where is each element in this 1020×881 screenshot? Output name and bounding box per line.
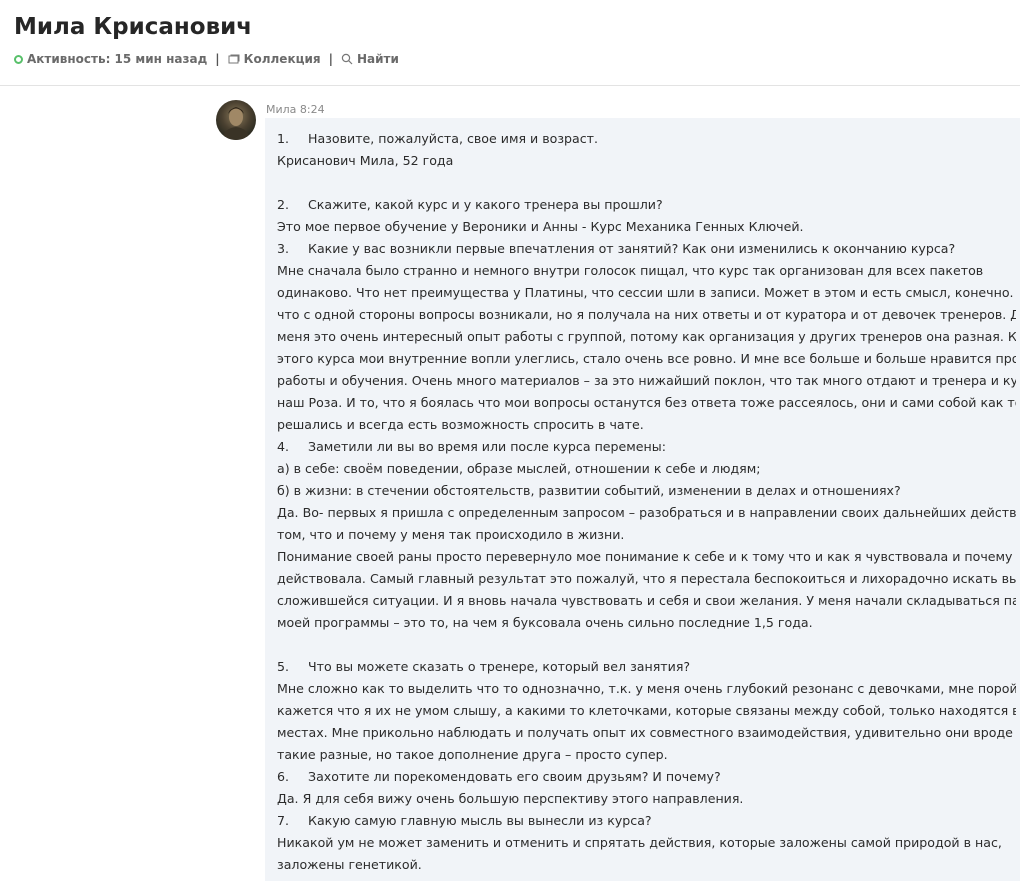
question-number: 2. bbox=[277, 197, 290, 212]
meta-separator: | bbox=[328, 52, 333, 66]
search-link[interactable]: Найти bbox=[341, 52, 399, 66]
line-text: Да. Во- первых я пришла с определенным з… bbox=[277, 505, 1016, 520]
line-text: работы и обучения. Очень много материало… bbox=[277, 373, 1016, 388]
question-number: 7. bbox=[277, 813, 290, 828]
message-line: местах. Мне прикольно наблюдать и получа… bbox=[277, 722, 1016, 744]
message-line: Понимание своей раны просто перевернуло … bbox=[277, 546, 1016, 568]
message-line: наш Роза. И то, что я боялась что мои во… bbox=[277, 392, 1016, 414]
line-text: Никакой ум не может заменить и отменить … bbox=[277, 835, 1002, 850]
line-text: Крисанович Мила, 52 года bbox=[277, 153, 454, 168]
message-line: меня это очень интересный опыт работы с … bbox=[277, 326, 1016, 348]
message-line: кажется что я их не умом слышу, а какими… bbox=[277, 700, 1016, 722]
line-text: Мне сложно как то выделить что то однозн… bbox=[277, 681, 1016, 696]
message-line: одинаково. Что нет преимущества у Платин… bbox=[277, 282, 1016, 304]
message-line: Это мое первое обучение у Вероники и Анн… bbox=[277, 216, 1016, 238]
message-line: Мне сложно как то выделить что то однозн… bbox=[277, 678, 1016, 700]
collection-label: Коллекция bbox=[243, 52, 321, 66]
line-text: Понимание своей раны просто перевернуло … bbox=[277, 549, 1016, 564]
line-text: решались и всегда есть возможность спрос… bbox=[277, 417, 644, 432]
line-text: Назовите, пожалуйста, свое имя и возраст… bbox=[308, 131, 599, 146]
question-line: 5. Что вы можете сказать о тренере, котор… bbox=[277, 656, 1016, 678]
line-text: действовала. Самый главный результат это… bbox=[277, 571, 1016, 586]
message-line: решались и всегда есть возможность спрос… bbox=[277, 414, 1016, 436]
question-line: 7. Какую самую главную мысль вы вынесли и… bbox=[277, 810, 1016, 832]
message-line: сложившейся ситуации. И я вновь начала ч… bbox=[277, 590, 1016, 612]
message-line: Крисанович Мила, 52 года bbox=[277, 150, 1016, 172]
line-text: Это мое первое обучение у Вероники и Анн… bbox=[277, 219, 804, 234]
message-line: работы и обучения. Очень много материало… bbox=[277, 370, 1016, 392]
profile-header: Мила Крисанович Активность: 15 мин назад… bbox=[0, 0, 1020, 86]
question-number: 3. bbox=[277, 241, 290, 256]
question-line: 4. Заметили ли вы во время или после курс… bbox=[277, 436, 1016, 458]
line-text: Заметили ли вы во время или после курса … bbox=[308, 439, 666, 454]
line-text: меня это очень интересный опыт работы с … bbox=[277, 329, 1016, 344]
line-text: такие разные, но такое дополнение друга … bbox=[277, 747, 668, 762]
line-text: Скажите, какой курс и у какого тренера в… bbox=[308, 197, 663, 212]
line-text: местах. Мне прикольно наблюдать и получа… bbox=[277, 725, 1016, 740]
message-line: моей программы – это то, на чем я буксов… bbox=[277, 612, 1016, 634]
message-author-time: Мила 8:24 bbox=[266, 103, 325, 116]
message-line: этого курса мои внутренние вопли улеглис… bbox=[277, 348, 1016, 370]
line-text: кажется что я их не умом слышу, а какими… bbox=[277, 703, 1016, 718]
line-text: Захотите ли порекомендовать его своим др… bbox=[308, 769, 721, 784]
message-line: такие разные, но такое дополнение друга … bbox=[277, 744, 1016, 766]
avatar-image bbox=[222, 107, 250, 140]
question-line: 2. Скажите, какой курс и у какого тренера… bbox=[277, 194, 1016, 216]
message-line: действовала. Самый главный результат это… bbox=[277, 568, 1016, 590]
question-number: 6. bbox=[277, 769, 290, 784]
message-line: Никакой ум не может заменить и отменить … bbox=[277, 832, 1016, 854]
message-line: б) в жизни: в стечении обстоятельств, ра… bbox=[277, 480, 1016, 502]
line-text: наш Роза. И то, что я боялась что мои во… bbox=[277, 395, 1016, 410]
line-text: одинаково. Что нет преимущества у Платин… bbox=[277, 285, 1016, 300]
line-text: этого курса мои внутренние вопли улеглис… bbox=[277, 351, 1016, 366]
question-line: 6. Захотите ли порекомендовать его своим … bbox=[277, 766, 1016, 788]
message-line: заложены генетикой. bbox=[277, 854, 1016, 876]
line-text: Мне сначала было странно и немного внутр… bbox=[277, 263, 984, 278]
line-text: моей программы – это то, на чем я буксов… bbox=[277, 615, 813, 630]
profile-meta-bar: Активность: 15 мин назад | Коллекция | Н… bbox=[14, 52, 399, 66]
line-text: Что вы можете сказать о тренере, который… bbox=[308, 659, 691, 674]
question-line: 3. Какие у вас возникли первые впечатлени… bbox=[277, 238, 1016, 260]
line-text: что с одной стороны вопросы возникали, н… bbox=[277, 307, 1016, 322]
line-text: том, что и почему у меня так происходило… bbox=[277, 527, 625, 542]
message-bubble: 1. Назовите, пожалуйста, свое имя и возра… bbox=[265, 118, 1020, 881]
meta-separator: | bbox=[215, 52, 220, 66]
line-text: а) в себе: своём поведении, образе мысле… bbox=[277, 461, 761, 476]
line-text: б) в жизни: в стечении обстоятельств, ра… bbox=[277, 483, 901, 498]
search-icon bbox=[341, 53, 353, 65]
page-title: Мила Крисанович bbox=[14, 14, 253, 40]
line-text: Да. Я для себя вижу очень большую перспе… bbox=[277, 791, 744, 806]
question-number: 5. bbox=[277, 659, 290, 674]
collection-icon bbox=[228, 54, 240, 64]
line-text: заложены генетикой. bbox=[277, 857, 422, 872]
collection-link[interactable]: Коллекция bbox=[228, 52, 321, 66]
search-label: Найти bbox=[356, 52, 399, 66]
avatar[interactable] bbox=[216, 100, 256, 140]
activity-status: Активность: 15 мин назад bbox=[27, 52, 208, 66]
online-status-icon bbox=[14, 54, 23, 64]
message-line: что с одной стороны вопросы возникали, н… bbox=[277, 304, 1016, 326]
question-number: 4. bbox=[277, 439, 290, 454]
message-line: том, что и почему у меня так происходило… bbox=[277, 524, 1016, 546]
line-text: Какие у вас возникли первые впечатления … bbox=[308, 241, 956, 256]
line-text: Какую самую главную мысль вы вынесли из … bbox=[308, 813, 652, 828]
message-line: а) в себе: своём поведении, образе мысле… bbox=[277, 458, 1016, 480]
message-line: Мне сначала было странно и немного внутр… bbox=[277, 260, 1016, 282]
line-text: сложившейся ситуации. И я вновь начала ч… bbox=[277, 593, 1016, 608]
message-line: Да. Я для себя вижу очень большую перспе… bbox=[277, 788, 1016, 810]
message-line: Да. Во- первых я пришла с определенным з… bbox=[277, 502, 1016, 524]
question-line: 1. Назовите, пожалуйста, свое имя и возра… bbox=[277, 128, 1016, 150]
question-number: 1. bbox=[277, 131, 290, 146]
